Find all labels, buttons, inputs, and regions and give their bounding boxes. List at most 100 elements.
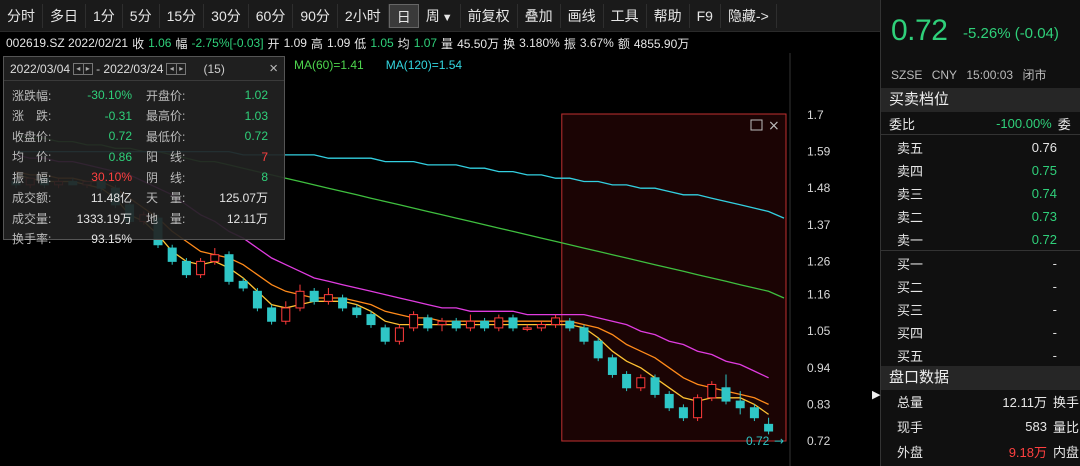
period-button-11[interactable]: 前复权 <box>461 3 518 28</box>
candle-body[interactable] <box>380 327 390 342</box>
candle-body[interactable] <box>650 377 660 395</box>
candle-body[interactable] <box>238 280 248 289</box>
ask-level-row[interactable]: 卖三 0.74 <box>881 182 1080 205</box>
stat-label: 均 价: <box>12 150 52 165</box>
candle-body[interactable] <box>664 393 674 409</box>
period-button-17[interactable]: 隐藏-> <box>721 3 777 28</box>
period-button-5[interactable]: 30分 <box>204 3 249 28</box>
ask-level-row[interactable]: 卖二 0.73 <box>881 205 1080 228</box>
candle-body[interactable] <box>181 260 191 276</box>
bid-level-row[interactable]: 买三 - <box>881 298 1080 321</box>
candle-body[interactable] <box>721 387 731 402</box>
candle-body[interactable] <box>167 247 177 262</box>
candle-body[interactable] <box>338 297 348 309</box>
bid-level-row[interactable]: 买五 - <box>881 344 1080 367</box>
period-button-3[interactable]: 5分 <box>123 3 160 28</box>
chevron-left-icon[interactable]: ◂ <box>167 64 176 74</box>
candle-body[interactable] <box>323 294 333 302</box>
ask-level-price: 0.75 <box>1031 163 1057 178</box>
candle-body[interactable] <box>352 307 362 316</box>
chevron-right-icon[interactable]: ▸ <box>82 63 93 74</box>
candle-body[interactable] <box>735 400 745 409</box>
period-button-13[interactable]: 画线 <box>561 3 604 28</box>
candle-body[interactable] <box>366 314 376 326</box>
period-button-9[interactable]: 日 <box>388 3 419 28</box>
divider <box>881 134 1080 135</box>
candle-body[interactable] <box>536 324 546 329</box>
candle-body[interactable] <box>522 327 532 330</box>
candle-body[interactable] <box>309 290 319 302</box>
candle-body[interactable] <box>636 377 646 389</box>
start-date-stepper[interactable]: ◂ ▸ <box>73 62 94 75</box>
market-data-title[interactable]: 盘口数据 <box>881 366 1080 390</box>
range-start-date[interactable]: 2022/03/04 <box>10 62 70 76</box>
bid-level-row[interactable]: 买一 - <box>881 252 1080 275</box>
candle-body[interactable] <box>565 320 575 329</box>
period-button-7[interactable]: 90分 <box>293 3 338 28</box>
candle-body[interactable] <box>494 317 504 329</box>
y-tick-label: 0.83 <box>807 397 831 411</box>
bid-level-row[interactable]: 买四 - <box>881 321 1080 344</box>
caret-down-icon[interactable]: ▼ <box>442 12 453 24</box>
period-button-14[interactable]: 工具 <box>604 3 647 28</box>
period-button-12[interactable]: 叠加 <box>518 3 561 28</box>
market-stat-row: 总量 12.11万 换手 <box>881 390 1080 413</box>
stat-label: 开盘价: <box>146 88 186 103</box>
expand-panel-icon[interactable]: ▶ <box>872 388 880 401</box>
ask-level-row[interactable]: 卖五 0.76 <box>881 136 1080 159</box>
candle-body[interactable] <box>607 357 617 375</box>
candle-body[interactable] <box>622 373 632 389</box>
period-button-1[interactable]: 多日 <box>43 3 86 28</box>
candle-body[interactable] <box>551 317 561 326</box>
candle-body[interactable] <box>480 320 490 329</box>
candle-body[interactable] <box>749 407 759 419</box>
period-button-10[interactable]: 周 ▼ <box>419 3 461 28</box>
candle-body[interactable] <box>281 307 291 322</box>
range-label: 幅 <box>175 36 188 51</box>
candle-body[interactable] <box>707 383 717 399</box>
candle-body[interactable] <box>465 320 475 329</box>
end-date-stepper[interactable]: ◂ ▸ <box>166 62 187 75</box>
period-button-6[interactable]: 60分 <box>249 3 294 28</box>
range-stat-row: 换手率: 93.15% <box>12 229 276 250</box>
candle-body[interactable] <box>579 327 589 342</box>
candle-body[interactable] <box>593 340 603 359</box>
stat-label: 最低价: <box>146 129 186 144</box>
stat-label: 涨跌幅: <box>12 88 52 103</box>
period-button-15[interactable]: 帮助 <box>647 3 690 28</box>
bid-level-price: - <box>1052 348 1057 363</box>
candle-body[interactable] <box>210 254 220 262</box>
candle-body[interactable] <box>764 423 774 432</box>
candle-body[interactable] <box>252 290 262 309</box>
period-button-4[interactable]: 15分 <box>160 3 205 28</box>
candle-body[interactable] <box>394 327 404 342</box>
ask-level-row[interactable]: 卖四 0.75 <box>881 159 1080 182</box>
candle-body[interactable] <box>295 290 305 309</box>
range-end-date[interactable]: 2022/03/24 <box>103 62 163 76</box>
candle-body[interactable] <box>267 307 277 322</box>
bid-level-row[interactable]: 买二 - <box>881 275 1080 298</box>
candle-body[interactable] <box>409 314 419 329</box>
ask-level-row[interactable]: 卖一 0.72 <box>881 228 1080 251</box>
period-button-8[interactable]: 2小时 <box>338 3 389 28</box>
candle-body[interactable] <box>196 260 206 276</box>
order-book-title[interactable]: 买卖档位 <box>881 88 1080 112</box>
candle-body[interactable] <box>508 317 518 329</box>
candle-body[interactable] <box>423 317 433 329</box>
candle-body[interactable] <box>437 320 447 326</box>
candle-body[interactable] <box>678 407 688 419</box>
bid-level-price: - <box>1052 256 1057 271</box>
candle-body[interactable] <box>693 397 703 419</box>
period-button-2[interactable]: 1分 <box>86 3 123 28</box>
period-button-16[interactable]: F9 <box>690 3 721 28</box>
period-button-0[interactable]: 分时 <box>0 3 43 28</box>
stat-label: 换手率: <box>12 232 52 247</box>
close-icon[interactable]: × <box>269 60 278 77</box>
ma60-legend: MA(60)=1.41 <box>294 58 364 72</box>
close-icon[interactable]: × <box>768 118 780 134</box>
amplitude-value: 3.67% <box>579 36 614 50</box>
chevron-right-icon[interactable]: ▸ <box>175 63 186 74</box>
candle-body[interactable] <box>451 320 461 329</box>
candle-body[interactable] <box>224 254 234 282</box>
chevron-left-icon[interactable]: ◂ <box>74 64 83 74</box>
